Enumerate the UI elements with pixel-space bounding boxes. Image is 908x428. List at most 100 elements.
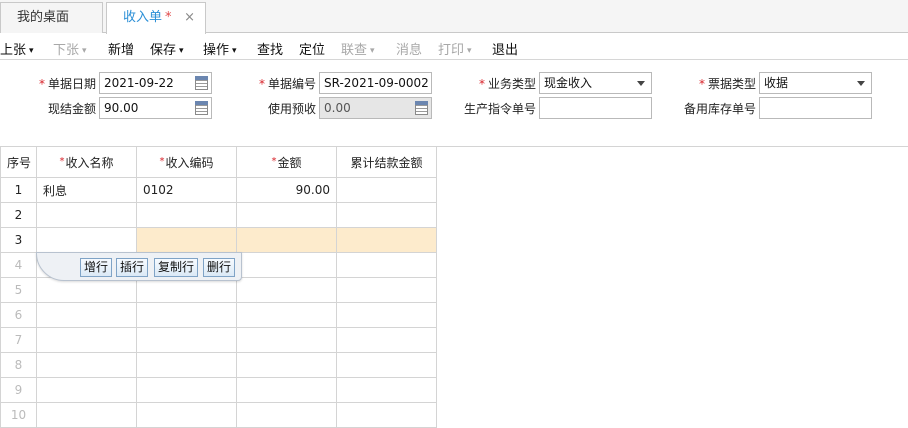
cash-amount-field[interactable]: 90.00 [99, 97, 212, 119]
col-header-code[interactable]: *收入编码 [136, 146, 237, 178]
cell-name[interactable] [36, 327, 137, 353]
chevron-down-icon [857, 81, 865, 86]
col-header-name[interactable]: *收入名称 [36, 146, 137, 178]
new-label: 新增 [108, 43, 135, 58]
cell-code[interactable] [136, 227, 237, 253]
locate-button[interactable]: 定位 [299, 39, 325, 58]
print-label: 打印 [438, 43, 465, 58]
doc-date-field[interactable]: 2021-09-22 [99, 72, 212, 94]
cell-code[interactable] [136, 377, 237, 403]
cell-amount[interactable]: 90.00 [236, 177, 337, 203]
cell-amount[interactable] [236, 202, 337, 228]
tab-my-desktop[interactable]: 我的桌面 [0, 2, 103, 33]
next-dropdown-icon: ▾ [82, 46, 87, 56]
col-header-index[interactable]: 序号 [0, 146, 37, 178]
cell-code[interactable] [136, 402, 237, 428]
cell-name[interactable] [36, 302, 137, 328]
cell-settled[interactable] [336, 277, 437, 303]
cell-name[interactable] [36, 377, 137, 403]
prev-record-button[interactable]: 上张 ▾ [0, 39, 34, 58]
cell-amount[interactable] [236, 302, 337, 328]
cell-amount[interactable] [236, 277, 337, 303]
tab-income-slip-label: 收入单 [123, 10, 163, 25]
new-button[interactable]: 新增 [108, 39, 134, 58]
row-index: 1 [0, 177, 37, 203]
next-record-button[interactable]: 下张 ▾ [53, 39, 87, 58]
cell-code[interactable]: 0102 [136, 177, 237, 203]
cell-settled[interactable] [336, 402, 437, 428]
tab-income-slip[interactable]: 收入单 * × [106, 2, 206, 34]
calculator-icon[interactable] [195, 101, 208, 115]
cell-name[interactable] [36, 402, 137, 428]
cell-settled[interactable] [336, 352, 437, 378]
col-header-settled[interactable]: 累计结款金额 [336, 146, 437, 178]
doc-no-field[interactable]: SR-2021-09-0002 [319, 72, 432, 94]
find-label: 查找 [257, 43, 284, 58]
calendar-icon[interactable] [195, 76, 208, 90]
chevron-down-icon [637, 81, 645, 86]
close-tab-icon[interactable]: × [184, 3, 195, 32]
cell-code[interactable] [136, 327, 237, 353]
cell-amount[interactable] [236, 402, 337, 428]
review-button[interactable]: 联查 ▾ [341, 39, 375, 58]
doc-no-value: SR-2021-09-0002 [324, 76, 429, 90]
doc-date-label: * 单据日期 [38, 77, 96, 91]
required-mark: * [698, 77, 705, 91]
row-index: 3 [0, 227, 37, 253]
spare-stock-input[interactable] [759, 97, 872, 119]
insert-row-button[interactable]: 插行 [116, 258, 149, 277]
row-action-popup: 增行 插行 复制行 删行 [36, 252, 242, 281]
table-row[interactable]: 9 [0, 377, 437, 403]
cell-name[interactable] [36, 277, 137, 303]
cell-amount[interactable] [236, 377, 337, 403]
cell-amount[interactable] [236, 252, 337, 278]
cell-amount[interactable] [236, 352, 337, 378]
cell-amount[interactable] [236, 227, 337, 253]
cell-settled[interactable] [336, 377, 437, 403]
table-row[interactable]: 2 [0, 202, 437, 228]
bill-type-select[interactable]: 收据 [759, 72, 872, 94]
find-button[interactable]: 查找 [257, 39, 283, 58]
prod-order-input[interactable] [539, 97, 652, 119]
table-row[interactable]: 7 [0, 327, 437, 353]
cell-settled[interactable] [336, 227, 437, 253]
cell-code[interactable] [136, 352, 237, 378]
table-row[interactable]: 1 利息 0102 90.00 [0, 177, 437, 203]
doc-date-value: 2021-09-22 [104, 76, 174, 90]
biz-type-select[interactable]: 现金收入 [539, 72, 652, 94]
cell-code[interactable] [136, 302, 237, 328]
col-header-amount[interactable]: *金额 [236, 146, 337, 178]
table-row[interactable]: 6 [0, 302, 437, 328]
copy-row-button[interactable]: 复制行 [154, 258, 199, 277]
table-row[interactable]: 8 [0, 352, 437, 378]
message-button[interactable]: 消息 [396, 39, 422, 58]
cell-name[interactable]: 利息 [36, 177, 137, 203]
grid-header-row: 序号 *收入名称 *收入编码 *金额 累计结款金额 [0, 146, 437, 178]
spare-stock-label: 备用库存单号 [683, 102, 756, 116]
table-row-selected[interactable]: 3 [0, 227, 437, 253]
tab-my-desktop-label: 我的桌面 [17, 10, 70, 25]
cell-settled[interactable] [336, 202, 437, 228]
prepaid-value: 0.00 [324, 101, 351, 115]
print-button[interactable]: 打印 ▾ [438, 39, 472, 58]
required-mark: * [478, 77, 485, 91]
add-row-button[interactable]: 增行 [80, 258, 113, 277]
cell-name[interactable] [36, 227, 137, 253]
exit-button[interactable]: 退出 [492, 39, 518, 58]
cell-code[interactable] [136, 202, 237, 228]
cell-name[interactable] [36, 352, 137, 378]
cell-amount[interactable] [236, 327, 337, 353]
cell-settled[interactable] [336, 302, 437, 328]
save-button[interactable]: 保存 ▾ [150, 39, 184, 58]
operate-button[interactable]: 操作 ▾ [203, 39, 237, 58]
save-label: 保存 [150, 43, 177, 58]
cell-code[interactable] [136, 277, 237, 303]
delete-row-button[interactable]: 删行 [203, 258, 236, 277]
cell-settled[interactable] [336, 252, 437, 278]
calculator-icon [415, 101, 428, 115]
cell-settled[interactable] [336, 177, 437, 203]
table-row[interactable]: 5 [0, 277, 437, 303]
cell-name[interactable] [36, 202, 137, 228]
cell-settled[interactable] [336, 327, 437, 353]
table-row[interactable]: 10 [0, 402, 437, 428]
